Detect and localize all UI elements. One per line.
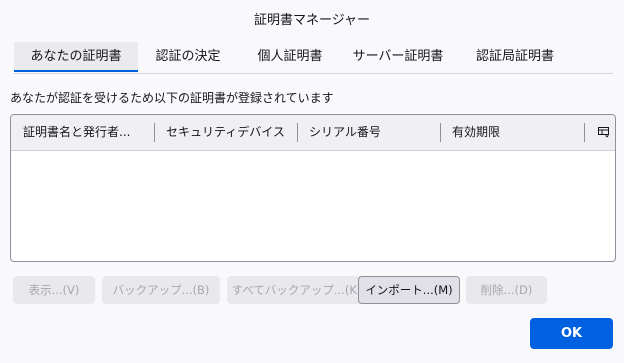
tab-servers[interactable]: サーバー証明書 — [342, 42, 454, 72]
table-header: 証明書名と発行者... セキュリティデバイス シリアル番号 有効期限 — [11, 115, 615, 151]
tab-authentication-decisions[interactable]: 認証の決定 — [138, 42, 238, 72]
tab-bar: あなたの証明書 認証の決定 個人証明書 サーバー証明書 認証局証明書 — [14, 42, 613, 74]
column-header-serial-number[interactable]: シリアル番号 — [309, 115, 381, 150]
delete-button[interactable]: 削除...(D) — [466, 276, 547, 304]
tab-people[interactable]: 個人証明書 — [238, 42, 342, 72]
column-picker-icon[interactable] — [598, 126, 610, 138]
column-separator[interactable] — [584, 123, 585, 142]
column-separator[interactable] — [440, 123, 441, 142]
tab-your-certificates[interactable]: あなたの証明書 — [14, 42, 138, 72]
backup-all-button[interactable]: すべてバックアップ...(K) — [227, 276, 366, 304]
column-separator[interactable] — [297, 123, 298, 142]
ok-button[interactable]: OK — [530, 318, 613, 349]
certificate-manager-dialog: 証明書マネージャー あなたの証明書 認証の決定 個人証明書 サーバー証明書 認証… — [0, 0, 624, 363]
description-text: あなたが認証を受けるため以下の証明書が登録されています — [10, 91, 334, 105]
import-button[interactable]: インポート...(M) — [358, 276, 460, 304]
column-header-name-issuer[interactable]: 証明書名と発行者... — [23, 115, 130, 150]
column-header-expires[interactable]: 有効期限 — [452, 115, 500, 150]
column-separator[interactable] — [154, 123, 155, 142]
dialog-title: 証明書マネージャー — [253, 13, 371, 28]
certificate-table[interactable]: 証明書名と発行者... セキュリティデバイス シリアル番号 有効期限 — [10, 114, 616, 262]
tab-authorities[interactable]: 認証局証明書 — [454, 42, 576, 72]
column-header-security-device[interactable]: セキュリティデバイス — [166, 115, 285, 150]
backup-button[interactable]: バックアップ...(B) — [102, 276, 220, 304]
view-button[interactable]: 表示...(V) — [13, 276, 95, 304]
